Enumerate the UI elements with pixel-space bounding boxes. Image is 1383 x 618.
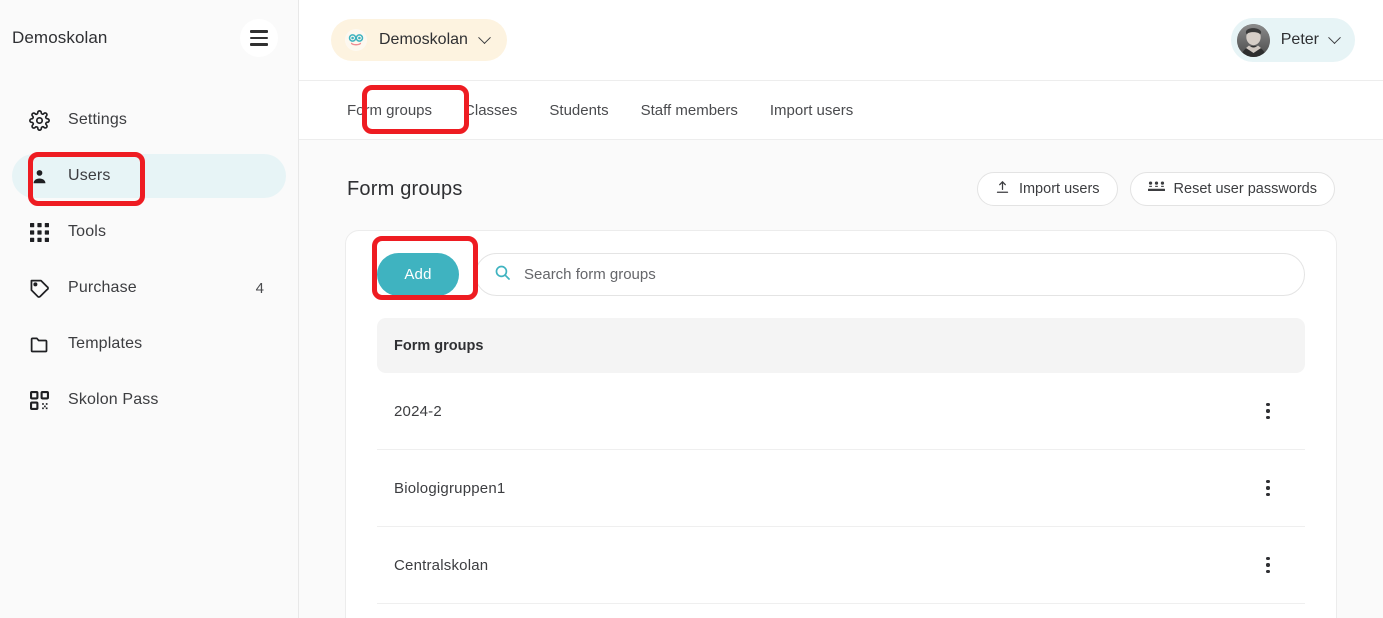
hamburger-line (250, 43, 268, 46)
page-title: Form groups (347, 177, 463, 200)
chevron-down-icon (478, 30, 491, 44)
password-dots-icon (1147, 180, 1165, 198)
main-area: Demoskolan Peter Form groups Classes Stu… (299, 0, 1383, 618)
app-root: Demoskolan Settings Users Tools Purchase… (0, 0, 1383, 618)
org-chip-label: Demoskolan (379, 31, 468, 48)
reset-user-passwords-label: Reset user passwords (1173, 181, 1317, 197)
hamburger-line (250, 30, 268, 33)
sidebar-nav: Settings Users Tools Purchase 4 Template… (0, 76, 298, 422)
row-name: Centralskolan (394, 556, 489, 574)
kebab-menu-icon[interactable] (1256, 399, 1280, 423)
tab-staff-members[interactable]: Staff members (625, 81, 754, 139)
page-header: Form groups Import users Reset user pass… (345, 140, 1337, 206)
folder-icon (28, 333, 50, 355)
brand-name: Demoskolan (12, 28, 108, 47)
user-icon (28, 165, 50, 187)
list-column-header-label: Form groups (394, 337, 484, 354)
grid-apps-icon (28, 221, 50, 243)
avatar (1236, 23, 1270, 57)
gear-icon (28, 109, 50, 131)
list-column-header: Form groups (377, 318, 1305, 373)
upload-icon (995, 180, 1010, 199)
chevron-down-icon (1328, 30, 1341, 44)
search-input[interactable] (524, 266, 1286, 283)
table-row[interactable]: Centralskolan (377, 527, 1305, 604)
tab-import-users[interactable]: Import users (754, 81, 869, 139)
table-row[interactable]: 2024-2 (377, 373, 1305, 450)
hamburger-icon[interactable] (240, 19, 278, 57)
content-area: Form groups Import users Reset user pass… (299, 140, 1383, 618)
org-selector-chip[interactable]: Demoskolan (331, 19, 507, 61)
sidebar-item-label: Settings (68, 111, 128, 128)
import-users-label: Import users (1018, 181, 1100, 197)
sidebar-item-label: Purchase (68, 279, 137, 296)
user-name-label: Peter (1280, 31, 1319, 48)
tab-form-groups[interactable]: Form groups (333, 81, 448, 139)
form-groups-card: Add Form groups 2024-2 (345, 230, 1337, 618)
reset-user-passwords-button[interactable]: Reset user passwords (1129, 172, 1335, 206)
row-name: 2024-2 (394, 402, 442, 420)
sidebar-item-skolon-pass[interactable]: Skolon Pass (12, 378, 286, 422)
sidebar: Demoskolan Settings Users Tools Purchase… (0, 0, 299, 618)
row-name: Biologigruppen1 (394, 479, 506, 497)
add-button[interactable]: Add (377, 253, 459, 296)
sidebar-item-users[interactable]: Users (12, 154, 286, 198)
import-users-button[interactable]: Import users (976, 172, 1118, 206)
search-field-wrapper[interactable] (475, 253, 1305, 296)
tag-icon (28, 277, 50, 299)
sidebar-item-templates[interactable]: Templates (12, 322, 286, 366)
user-menu-chip[interactable]: Peter (1230, 18, 1355, 62)
page-header-actions: Import users Reset user passwords (976, 172, 1335, 206)
sidebar-item-settings[interactable]: Settings (12, 98, 286, 142)
tab-students[interactable]: Students (533, 81, 624, 139)
table-row[interactable]: Biologigruppen1 (377, 450, 1305, 527)
sidebar-item-label: Templates (68, 335, 143, 352)
qr-code-icon (28, 389, 50, 411)
sidebar-header: Demoskolan (0, 0, 298, 76)
sidebar-item-tools[interactable]: Tools (12, 210, 286, 254)
tabs-bar: Form groups Classes Students Staff membe… (299, 81, 1383, 140)
smiley-face-icon (345, 29, 367, 51)
sidebar-item-badge: 4 (255, 279, 264, 297)
kebab-menu-icon[interactable] (1256, 476, 1280, 500)
card-toolbar: Add (377, 253, 1305, 296)
tab-classes[interactable]: Classes (448, 81, 533, 139)
sidebar-item-label: Skolon Pass (68, 391, 159, 408)
sidebar-item-label: Users (68, 167, 111, 184)
kebab-menu-icon[interactable] (1256, 553, 1280, 577)
sidebar-item-label: Tools (68, 223, 107, 240)
sidebar-item-purchase[interactable]: Purchase 4 (12, 266, 286, 310)
hamburger-line (250, 36, 268, 40)
topbar: Demoskolan Peter (299, 0, 1383, 81)
search-icon (494, 264, 511, 286)
